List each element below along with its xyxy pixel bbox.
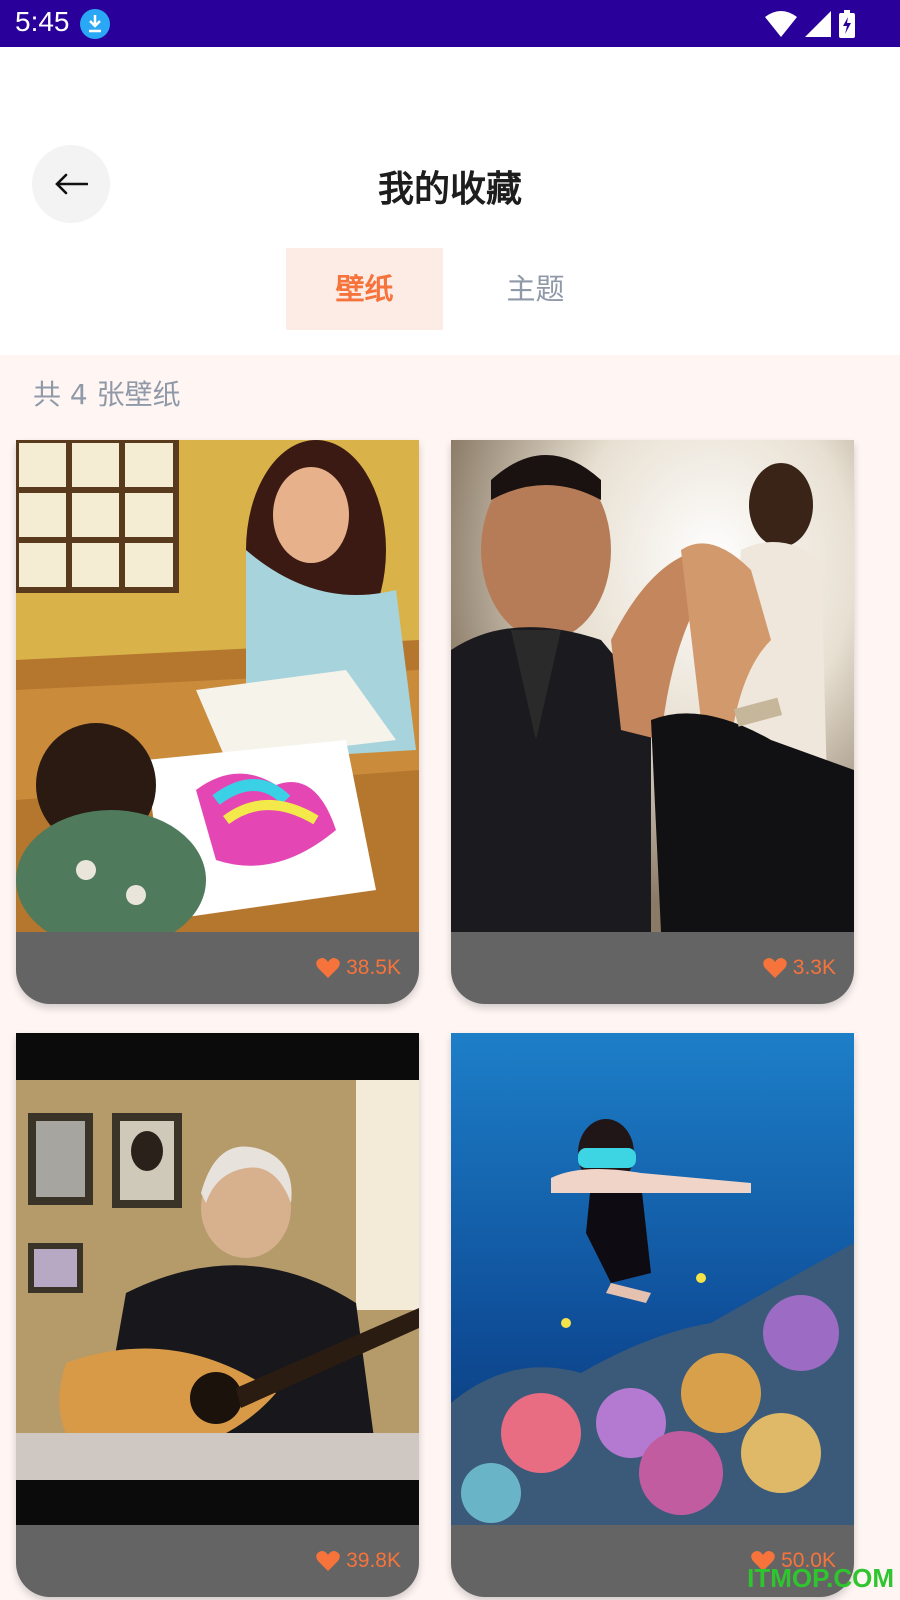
wallpaper-card[interactable]: 38.5K [16, 440, 419, 1004]
likes-count: 39.8K [316, 1549, 401, 1573]
signal-icon [805, 11, 831, 37]
likes-value: 39.8K [346, 1549, 401, 1572]
status-icons [765, 10, 855, 38]
favorites-content: 共 4 张壁纸 38.5K 3.3K 39.8K 50.0K [0, 355, 900, 1600]
tab-wallpaper[interactable]: 壁纸 [286, 248, 443, 330]
battery-charging-icon [839, 10, 855, 38]
wallpaper-thumbnail [16, 440, 419, 932]
wallpaper-thumbnail [451, 1033, 854, 1525]
tab-theme[interactable]: 主题 [457, 248, 614, 330]
heart-icon [316, 958, 340, 978]
page-title: 我的收藏 [377, 169, 522, 210]
likes-count: 38.5K [316, 956, 401, 980]
wallpaper-card[interactable]: 39.8K [16, 1033, 419, 1597]
wallpaper-card[interactable]: 3.3K [451, 440, 854, 1004]
likes-value: 3.3K [792, 956, 836, 979]
wallpaper-thumbnail [451, 440, 854, 932]
heart-icon [763, 958, 787, 978]
download-icon [80, 9, 110, 39]
wifi-icon [765, 11, 797, 37]
heart-icon [316, 1551, 340, 1571]
likes-count: 3.3K [763, 956, 836, 980]
watermark: ITMOP.COM [747, 1563, 894, 1593]
likes-value: 38.5K [346, 956, 401, 979]
wallpaper-card[interactable]: 50.0K [451, 1033, 854, 1597]
status-bar: 5:45 [0, 0, 900, 47]
status-time: 5:45 [15, 6, 70, 37]
wallpaper-count: 共 4 张壁纸 [33, 378, 181, 411]
wallpaper-thumbnail [16, 1033, 419, 1525]
